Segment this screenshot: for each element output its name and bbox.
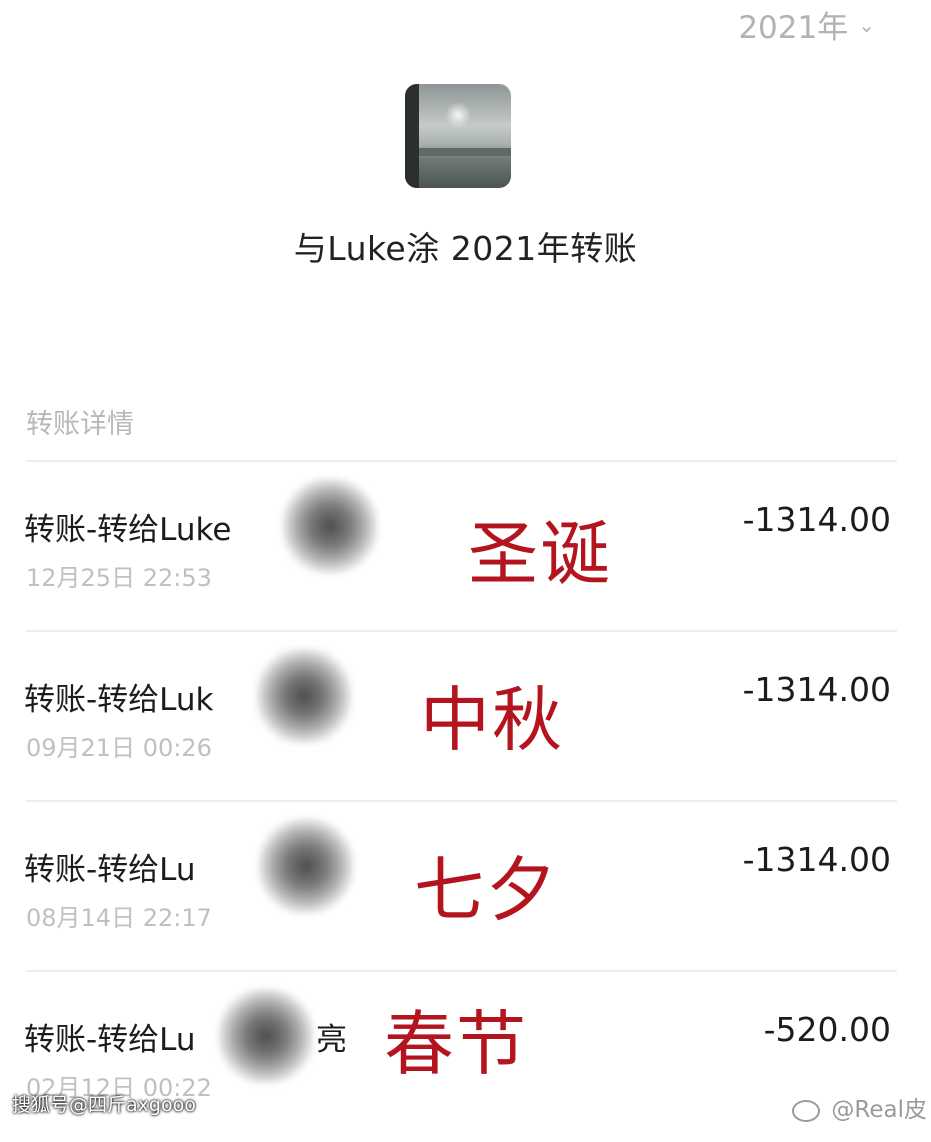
year-label: 2021年 [738,9,849,46]
divider [26,630,897,632]
year-selector[interactable]: 2021年 ⌄ [738,4,875,46]
chevron-down-icon: ⌄ [858,13,875,37]
avatar-shore [405,148,511,156]
transaction-time: 08月14日 22:17 [26,904,212,932]
weibo-watermark: @Real皮 [792,1090,927,1124]
transaction-amount: -1314.00 [742,500,891,539]
transaction-amount: -520.00 [763,1010,891,1049]
holiday-tag: 春节 [384,1003,528,1085]
redaction-smudge [282,478,378,574]
holiday-tag: 圣诞 [468,513,612,595]
transaction-amount: -1314.00 [742,670,891,709]
transaction-row[interactable]: 转账-转给Lu 08月14日 22:17 七夕 -1314.00 [0,804,931,972]
divider [26,800,897,802]
transaction-title: 转账-转给Luk [24,682,214,718]
redaction-smudge [258,818,354,914]
avatar-sun [445,102,471,128]
redaction-smudge [256,648,352,744]
transaction-title-suffix: 亮 [316,1022,347,1058]
divider [26,460,897,462]
weibo-handle: @Real皮 [831,1097,927,1123]
transaction-title: 转账-转给Luke [24,512,232,548]
transaction-row[interactable]: 转账-转给Luke 12月25日 22:53 圣诞 -1314.00 [0,464,931,632]
holiday-tag: 中秋 [420,679,564,761]
section-label: 转账详情 [26,409,134,440]
weibo-icon [792,1099,821,1122]
transaction-row[interactable]: 转账-转给Luk 09月21日 00:26 中秋 -1314.00 [0,634,931,802]
avatar-tree [405,84,419,188]
avatar [405,84,511,188]
transaction-time: 12月25日 22:53 [26,564,212,592]
transaction-title: 转账-转给Lu [24,852,196,888]
holiday-tag: 七夕 [414,849,558,931]
redaction-smudge [218,988,314,1084]
divider [26,970,897,972]
transaction-amount: -1314.00 [742,840,891,879]
sohu-watermark: 搜狐号@四斤axgooo [12,1094,196,1116]
transaction-time: 09月21日 00:26 [26,734,212,762]
transaction-title: 转账-转给Lu [24,1022,196,1058]
page-title: 与Luke涂 2021年转账 [293,229,638,268]
